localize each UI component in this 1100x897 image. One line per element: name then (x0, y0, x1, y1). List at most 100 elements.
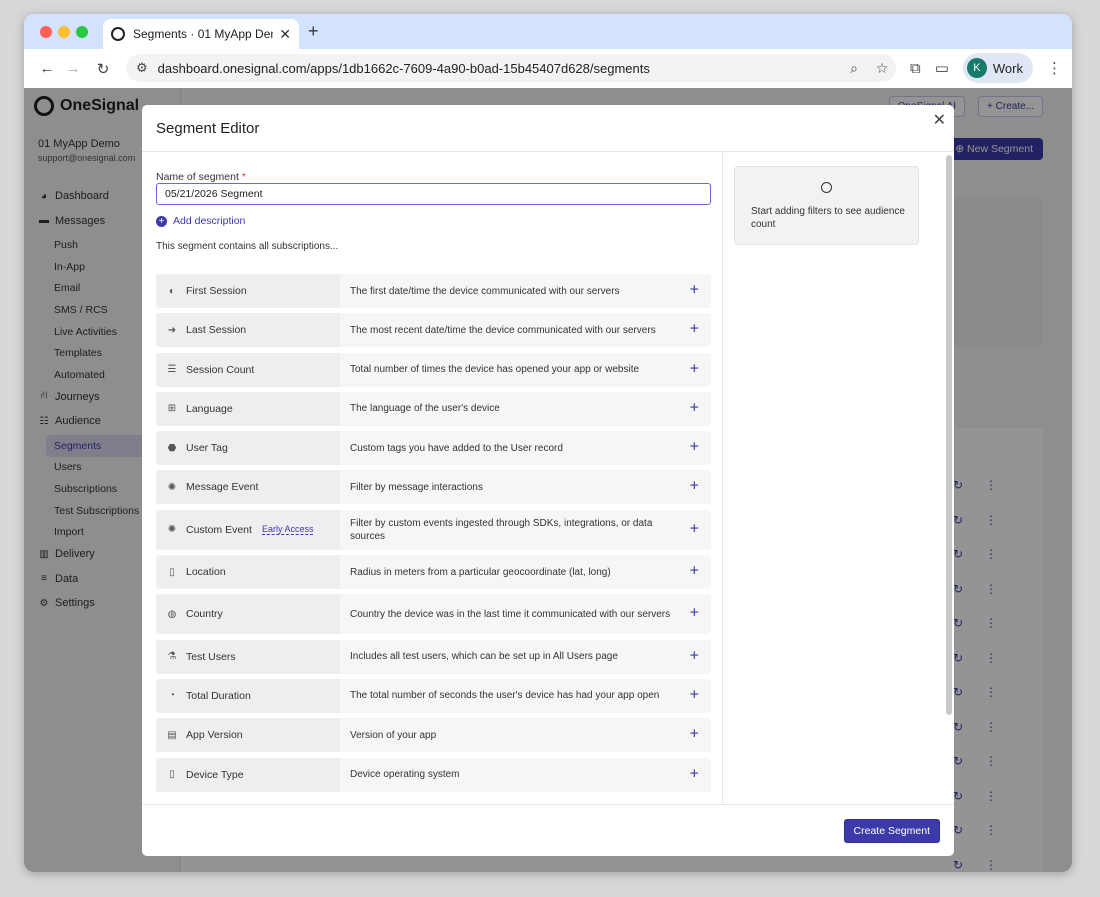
filter-list: ◐ First Session The first date/time the de… (156, 274, 711, 797)
add-filter-plus-icon[interactable]: + (690, 359, 699, 380)
filter-label: Custom Event (186, 523, 252, 536)
filter-description-text: Total number of times the device has ope… (350, 364, 640, 376)
filter-option[interactable]: ▯ Device Type Device operating system + (156, 757, 711, 792)
add-filter-plus-icon[interactable]: + (690, 725, 699, 746)
add-filter-plus-icon[interactable]: + (690, 764, 699, 785)
filter-name-user-tag: ⬣ User Tag (156, 431, 340, 466)
filter-description: Country the device was in the last time … (340, 594, 711, 635)
modal-header: Segment Editor ✕ (142, 105, 954, 152)
add-description-label: Add description (173, 215, 246, 227)
tab-close-icon[interactable]: ✕ (279, 26, 291, 43)
add-filter-plus-icon[interactable]: + (690, 320, 699, 341)
location-icon: ▯ (169, 566, 175, 578)
filter-option[interactable]: ✺ Custom Event Early Access Filter by custo… (156, 509, 711, 550)
filter-option[interactable]: ◍ Country Country the device was in the la… (156, 594, 711, 635)
filter-option[interactable]: ◔ Total Duration The total number of secon… (156, 678, 711, 713)
reload-icon[interactable]: ↻ (88, 60, 118, 78)
browser-toolbar: ← → ↻ ⚙ dashboard.onesignal.com/apps/1db… (24, 49, 1072, 88)
filter-name-app-version: ▤ App Version (156, 718, 340, 753)
first-session-icon: ◐ (168, 285, 176, 297)
add-filter-plus-icon[interactable]: + (690, 281, 699, 302)
plus-circle-icon: + (156, 215, 167, 227)
filter-option[interactable]: ⬣ User Tag Custom tags you have added to t… (156, 431, 711, 466)
cast-icon[interactable]: ▭ (935, 59, 949, 77)
user-circle-icon (821, 182, 832, 193)
create-segment-button[interactable]: Create Segment (843, 819, 940, 843)
filter-label: Location (186, 566, 226, 579)
filter-name-last-session: ➜ Last Session (156, 313, 340, 348)
filter-option[interactable]: ☰ Session Count Total number of times the … (156, 352, 711, 387)
new-tab-icon[interactable]: + (308, 21, 319, 42)
event-icon: ✺ (167, 524, 177, 536)
tag-icon: ⬣ (167, 442, 177, 454)
filter-description: Custom tags you have added to the User r… (340, 431, 711, 466)
language-icon: ⊞ (167, 403, 177, 415)
segment-name-input[interactable] (156, 183, 711, 205)
add-filter-plus-icon[interactable]: + (690, 438, 699, 459)
filter-label: First Session (186, 285, 247, 297)
tab-strip: Segments · 01 MyApp Demo | ✕ + (24, 14, 1072, 49)
close-window-button[interactable] (40, 26, 52, 38)
filter-description-text: The first date/time the device communica… (350, 285, 620, 297)
extensions-icon[interactable]: ⧉ (910, 60, 921, 77)
url-text[interactable]: dashboard.onesignal.com/apps/1db1662c-76… (158, 61, 840, 76)
more-menu-icon[interactable]: ⋮ (1047, 59, 1062, 77)
zoom-icon[interactable]: ⌕ (840, 60, 868, 77)
filter-option[interactable]: ⊞ Language The language of the user's devi… (156, 391, 711, 426)
add-filter-plus-icon[interactable]: + (690, 477, 699, 498)
filter-name-language: ⊞ Language (156, 391, 340, 426)
add-filter-plus-icon[interactable]: + (690, 604, 699, 625)
filter-option[interactable]: ⚗ Test Users Includes all test users, whic… (156, 639, 711, 674)
filter-description: Filter by custom events ingested through… (340, 509, 711, 550)
filter-description: Device operating system + (340, 757, 711, 792)
filter-description-text: Version of your app (350, 729, 437, 741)
filter-description: The language of the user's device + (340, 391, 711, 426)
early-access-badge: Early Access (261, 524, 314, 536)
add-filter-plus-icon[interactable]: + (690, 562, 699, 583)
add-filter-plus-icon[interactable]: + (690, 519, 699, 540)
globe-icon: ◍ (167, 608, 177, 620)
address-bar[interactable]: ⚙ dashboard.onesignal.com/apps/1db1662c-… (126, 54, 896, 82)
add-description-link[interactable]: + Add description (156, 215, 245, 227)
filter-option[interactable]: ◐ First Session The first date/time the de… (156, 274, 711, 308)
filter-description: Radius in meters from a particular geoco… (340, 555, 711, 590)
audience-count-panel: Start adding filters to see audience cou… (734, 166, 919, 245)
filter-name-session-count: ☰ Session Count (156, 352, 340, 387)
minimize-window-button[interactable] (58, 26, 70, 38)
filter-name-total-duration: ◔ Total Duration (156, 678, 340, 713)
modal-title: Segment Editor (156, 119, 260, 137)
filter-label: Country (186, 608, 223, 621)
maximize-window-button[interactable] (76, 26, 88, 38)
filter-name-device-type: ▯ Device Type (156, 757, 340, 792)
filter-option[interactable]: ✺ Message Event Filter by message interact… (156, 470, 711, 505)
filter-description-text: Country the device was in the last time … (350, 608, 671, 620)
add-filter-plus-icon[interactable]: + (690, 686, 699, 707)
filter-description-text: Filter by message interactions (350, 481, 483, 493)
segment-contains-text: This segment contains all subscriptions.… (156, 241, 339, 252)
modal-scrollbar[interactable] (946, 155, 952, 715)
modal-footer: Create Segment (142, 804, 954, 856)
site-settings-icon[interactable]: ⚙ (136, 60, 148, 76)
filter-option[interactable]: ▯ Location Radius in meters from a particu… (156, 555, 711, 590)
filter-description-text: Custom tags you have added to the User r… (350, 442, 563, 454)
filter-description-text: Device operating system (350, 769, 460, 781)
add-filter-plus-icon[interactable]: + (690, 398, 699, 419)
close-icon[interactable]: ✕ (933, 110, 946, 130)
filter-label: User Tag (186, 442, 228, 455)
clock-icon: ◔ (168, 690, 176, 702)
bookmark-star-icon[interactable]: ☆ (868, 60, 896, 77)
add-filter-plus-icon[interactable]: + (690, 646, 699, 667)
required-marker: * (241, 171, 246, 183)
segment-name-label-text: Name of segment (156, 171, 239, 183)
filter-name-first-session: ◐ First Session (156, 274, 340, 308)
forward-icon[interactable]: → (58, 60, 88, 77)
profile-button[interactable]: K Work (962, 53, 1033, 83)
filter-name-test-users: ⚗ Test Users (156, 639, 340, 674)
filter-description-text: Filter by custom events ingested through… (350, 517, 653, 542)
filter-name-message-event: ✺ Message Event (156, 470, 340, 505)
filter-option[interactable]: ➜ Last Session The most recent date/time t… (156, 313, 711, 348)
filter-option[interactable]: ▤ App Version Version of your app + (156, 718, 711, 753)
filter-description: Total number of times the device has ope… (340, 352, 711, 387)
filter-description-text: The total number of seconds the user's d… (350, 690, 660, 702)
browser-tab[interactable]: Segments · 01 MyApp Demo | ✕ (103, 19, 299, 49)
